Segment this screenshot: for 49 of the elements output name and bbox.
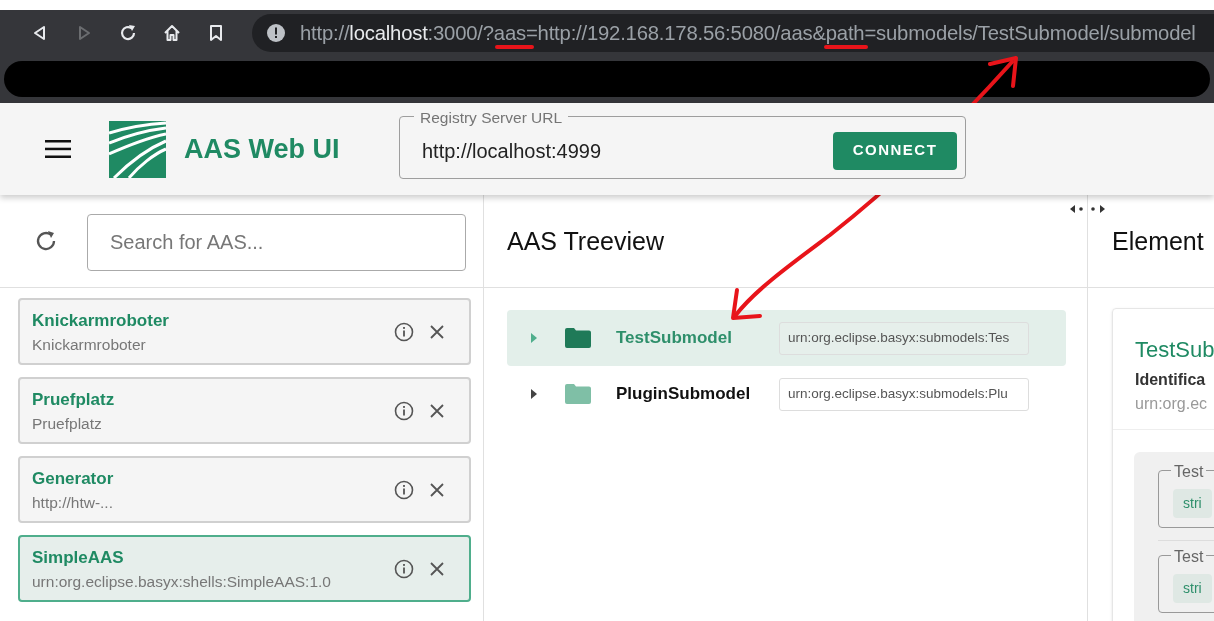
field-value: http://localhost:4999 [422,138,602,164]
aas-list-item[interactable]: SimpleAAS urn:org.eclipse.basyx:shells:SimpleAAS:1.0 [18,535,471,602]
tree-row[interactable]: TestSubmodel urn:org.eclipse.basyx:submodels:Tes [507,310,1066,366]
info-icon[interactable] [266,22,286,43]
panel-title: AAS Treeview [507,226,664,258]
type-chip: stri [1173,489,1212,518]
aas-id: http://htw-... [32,493,113,514]
submodel-name: PluginSubmodel [616,383,752,406]
reload-icon[interactable] [118,22,138,43]
caret-icon[interactable] [531,389,538,399]
underline-mark [824,45,868,49]
identifier-text: urn:org.eclipse.basyx:submodels:Plu [788,384,1008,403]
submodel-name: TestSubmodel [616,327,733,350]
type-chip: stri [1173,574,1212,603]
close-icon[interactable] [430,324,444,339]
tree-row[interactable]: PluginSubmodel urn:org.eclipse.basyx:submodels:Plu [507,366,1066,422]
folder-icon [565,328,591,348]
aas-list-item[interactable]: Generator http://htw-... [18,456,471,523]
home-icon[interactable] [162,22,182,43]
address-bar[interactable]: http://localhost:3000/?aas=http://192.168.178.56:5080/aas&path=submodels/TestSubmodel/submodel [252,13,1214,52]
info-icon[interactable] [394,400,414,421]
app-title: AAS Web UI [184,132,341,166]
underline-mark [495,45,534,49]
aas-id: Pruefplatz [32,414,102,435]
info-icon[interactable] [394,321,414,342]
connect-button[interactable]: CONNECT [833,131,957,170]
panel-title: Element [1112,226,1204,258]
aas-name: Knickarmroboter [32,309,170,332]
identification-value: urn:org.ec [1135,394,1209,414]
aas-id: Knickarmroboter [32,335,146,356]
aas-name: SimpleAAS [32,546,125,569]
menu-icon[interactable] [45,140,71,158]
aas-name: Pruefplatz [32,388,116,411]
identification-label: Identifica [1135,370,1207,390]
aas-name: Generator [32,467,115,490]
info-icon[interactable] [394,558,414,579]
logo-icon [109,120,166,178]
search-field[interactable]: Search for AAS... [87,214,466,271]
close-icon[interactable] [430,561,444,576]
close-icon[interactable] [430,403,444,418]
close-icon[interactable] [430,482,444,497]
aas-list-item[interactable]: Knickarmroboter Knickarmroboter [18,298,471,365]
aas-id: urn:org.eclipse.basyx:shells:SimpleAAS:1.0 [32,572,331,593]
identifier-text: urn:org.eclipse.basyx:submodels:Tes [788,328,1010,347]
url-text: http://localhost:3000/?aas=http://192.168.178.56:5080/aas&path=submodels/TestSubmodel/submodel [300,22,1196,43]
submodel-name: TestSub [1135,336,1214,364]
info-icon[interactable] [394,479,414,500]
aas-list-item[interactable]: Pruefplatz Pruefplatz [18,377,471,444]
folder-icon [565,384,591,404]
